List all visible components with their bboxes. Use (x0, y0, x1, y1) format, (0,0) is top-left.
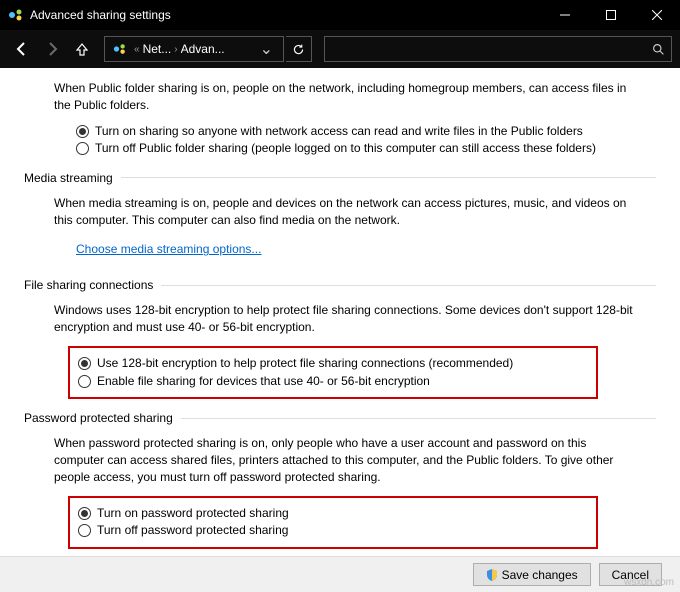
radio-encrypt-128[interactable] (78, 357, 91, 370)
app-icon (8, 7, 24, 23)
radio-public-on[interactable] (76, 125, 89, 138)
divider (161, 285, 656, 286)
content-area: When Public folder sharing is on, people… (0, 68, 680, 558)
breadcrumb-prefix: « (131, 44, 143, 55)
search-icon (652, 43, 665, 56)
radio-encrypt-128-label: Use 128-bit encryption to help protect f… (97, 356, 513, 372)
maximize-button[interactable] (588, 0, 634, 30)
title-bar: Advanced sharing settings (0, 0, 680, 30)
breadcrumb-seg-1[interactable]: Net... (143, 42, 172, 56)
divider (181, 418, 656, 419)
password-sharing-header: Password protected sharing (24, 411, 656, 425)
minimize-button[interactable] (542, 0, 588, 30)
chevron-right-icon: › (171, 44, 180, 55)
radio-encrypt-40-56-label: Enable file sharing for devices that use… (97, 374, 430, 390)
radio-password-on-label: Turn on password protected sharing (97, 506, 289, 522)
forward-button[interactable] (38, 35, 66, 63)
footer-bar: Save changes Cancel (0, 556, 680, 592)
breadcrumb-seg-2[interactable]: Advan... (181, 42, 225, 56)
refresh-button[interactable] (286, 36, 312, 62)
file-sharing-description: Windows uses 128-bit encryption to help … (54, 302, 634, 336)
up-button[interactable] (68, 35, 96, 63)
radio-encrypt-40-56[interactable] (78, 375, 91, 388)
radio-public-off[interactable] (76, 142, 89, 155)
location-icon (113, 42, 127, 56)
window-title: Advanced sharing settings (30, 8, 542, 22)
divider (121, 177, 656, 178)
radio-password-off[interactable] (78, 524, 91, 537)
address-bar[interactable]: « Net... › Advan... ⌄ (104, 36, 284, 62)
back-button[interactable] (8, 35, 36, 63)
save-changes-button[interactable]: Save changes (473, 563, 591, 586)
public-folder-radio-group: Turn on sharing so anyone with network a… (76, 124, 656, 157)
public-folder-description: When Public folder sharing is on, people… (54, 80, 634, 114)
shield-icon (486, 569, 498, 581)
radio-public-on-label: Turn on sharing so anyone with network a… (95, 124, 583, 140)
radio-password-on[interactable] (78, 507, 91, 520)
watermark: wsxdn.com (624, 577, 674, 588)
media-streaming-description: When media streaming is on, people and d… (54, 195, 634, 229)
password-sharing-description: When password protected sharing is on, o… (54, 435, 634, 485)
file-sharing-highlight: Use 128-bit encryption to help protect f… (68, 346, 598, 399)
search-input[interactable] (324, 36, 672, 62)
nav-bar: « Net... › Advan... ⌄ (0, 30, 680, 68)
media-streaming-link[interactable]: Choose media streaming options... (76, 242, 261, 256)
close-button[interactable] (634, 0, 680, 30)
file-sharing-header: File sharing connections (24, 278, 656, 292)
media-streaming-header: Media streaming (24, 171, 656, 185)
address-dropdown[interactable]: ⌄ (254, 39, 279, 59)
password-sharing-highlight: Turn on password protected sharing Turn … (68, 496, 598, 549)
radio-public-off-label: Turn off Public folder sharing (people l… (95, 141, 596, 157)
radio-password-off-label: Turn off password protected sharing (97, 523, 288, 539)
